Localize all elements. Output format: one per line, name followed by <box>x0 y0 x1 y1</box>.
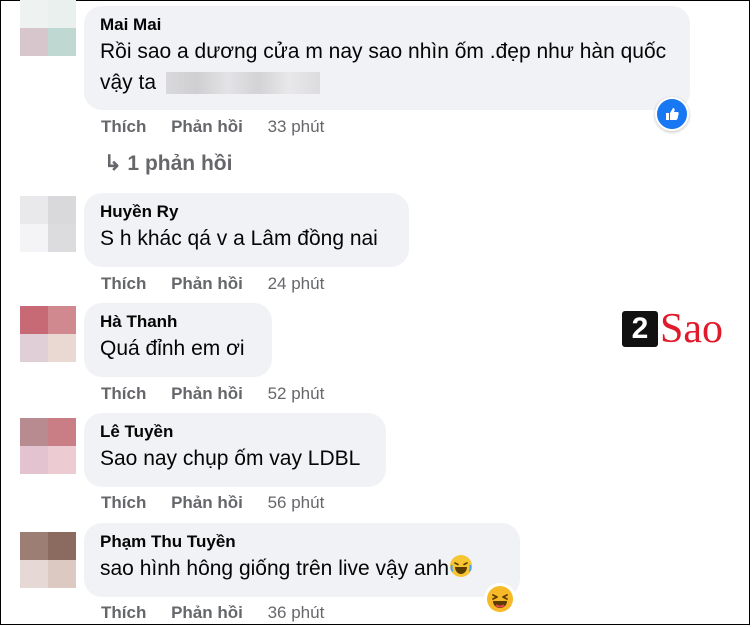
reply-button[interactable]: Phản hồi <box>171 603 243 622</box>
comment-time[interactable]: 52 phút <box>268 384 325 403</box>
like-button[interactable]: Thích <box>101 493 146 512</box>
comment-text: sao hình hông giống trên live vậy anh <box>100 553 504 584</box>
comment-author[interactable]: Hà Thanh <box>100 311 256 333</box>
reply-button[interactable]: Phản hồi <box>171 274 243 293</box>
comment-text: S h khác qá v a Lâm đồng nai <box>100 227 378 250</box>
like-icon[interactable] <box>655 97 689 131</box>
comment-author[interactable]: Huyền Ry <box>100 201 393 223</box>
comment-time[interactable]: 36 phút <box>268 603 325 622</box>
crying-laughing-emoji-icon <box>450 555 473 577</box>
logo-word: Sao <box>660 306 723 352</box>
comment-actions: Thích Phản hồi 36 phút <box>101 602 324 624</box>
logo-number: 2 <box>622 311 658 347</box>
comment-author[interactable]: Lê Tuyền <box>100 421 370 443</box>
like-button[interactable]: Thích <box>101 603 146 622</box>
comment-bubble: Lê Tuyền Sao nay chụp ốm vay LDBL <box>84 413 386 487</box>
comment-bubble: Mai Mai Rồi sao a dương cửa m nay sao nh… <box>84 6 690 110</box>
avatar[interactable] <box>20 0 76 56</box>
comment-time[interactable]: 24 phút <box>268 274 325 293</box>
reply-button[interactable]: Phản hồi <box>171 384 243 403</box>
redacted-blur <box>166 72 321 95</box>
view-replies-link[interactable]: ↳ 1 phản hồi <box>104 150 232 178</box>
comment-bubble: Hà Thanh Quá đỉnh em ơi <box>84 303 272 377</box>
comment-actions: Thích Phản hồi 56 phút <box>101 492 324 514</box>
comment-actions: Thích Phản hồi 24 phút <box>101 273 324 295</box>
comment-actions: Thích Phản hồi 52 phút <box>101 383 324 405</box>
comment-author[interactable]: Mai Mai <box>100 14 674 36</box>
avatar[interactable] <box>20 532 76 588</box>
like-button[interactable]: Thích <box>101 117 146 136</box>
avatar[interactable] <box>20 306 76 362</box>
comment-author[interactable]: Phạm Thu Tuyền <box>100 531 504 553</box>
reply-button[interactable]: Phản hồi <box>171 117 243 136</box>
comment-time[interactable]: 33 phút <box>268 117 325 136</box>
comment-text: Rồi sao a dương cửa m nay sao nhìn ốm .đ… <box>100 36 674 98</box>
comment-text-content: sao hình hông giống trên live vậy anh <box>100 557 450 580</box>
avatar[interactable] <box>20 418 76 474</box>
comment-bubble: Huyền Ry S h khác qá v a Lâm đồng nai <box>84 193 409 267</box>
like-button[interactable]: Thích <box>101 384 146 403</box>
comment-text: Sao nay chụp ốm vay LDBL <box>100 447 361 470</box>
reply-button[interactable]: Phản hồi <box>171 493 243 512</box>
comment-bubble: Phạm Thu Tuyền sao hình hông giống trên … <box>84 523 520 597</box>
comment-actions: Thích Phản hồi 33 phút <box>101 116 324 138</box>
2sao-logo: 2 Sao <box>622 305 723 353</box>
haha-icon[interactable] <box>484 583 516 615</box>
comment-text: Quá đỉnh em ơi <box>100 337 245 360</box>
comment-time[interactable]: 56 phút <box>268 493 325 512</box>
avatar[interactable] <box>20 196 76 252</box>
like-button[interactable]: Thích <box>101 274 146 293</box>
